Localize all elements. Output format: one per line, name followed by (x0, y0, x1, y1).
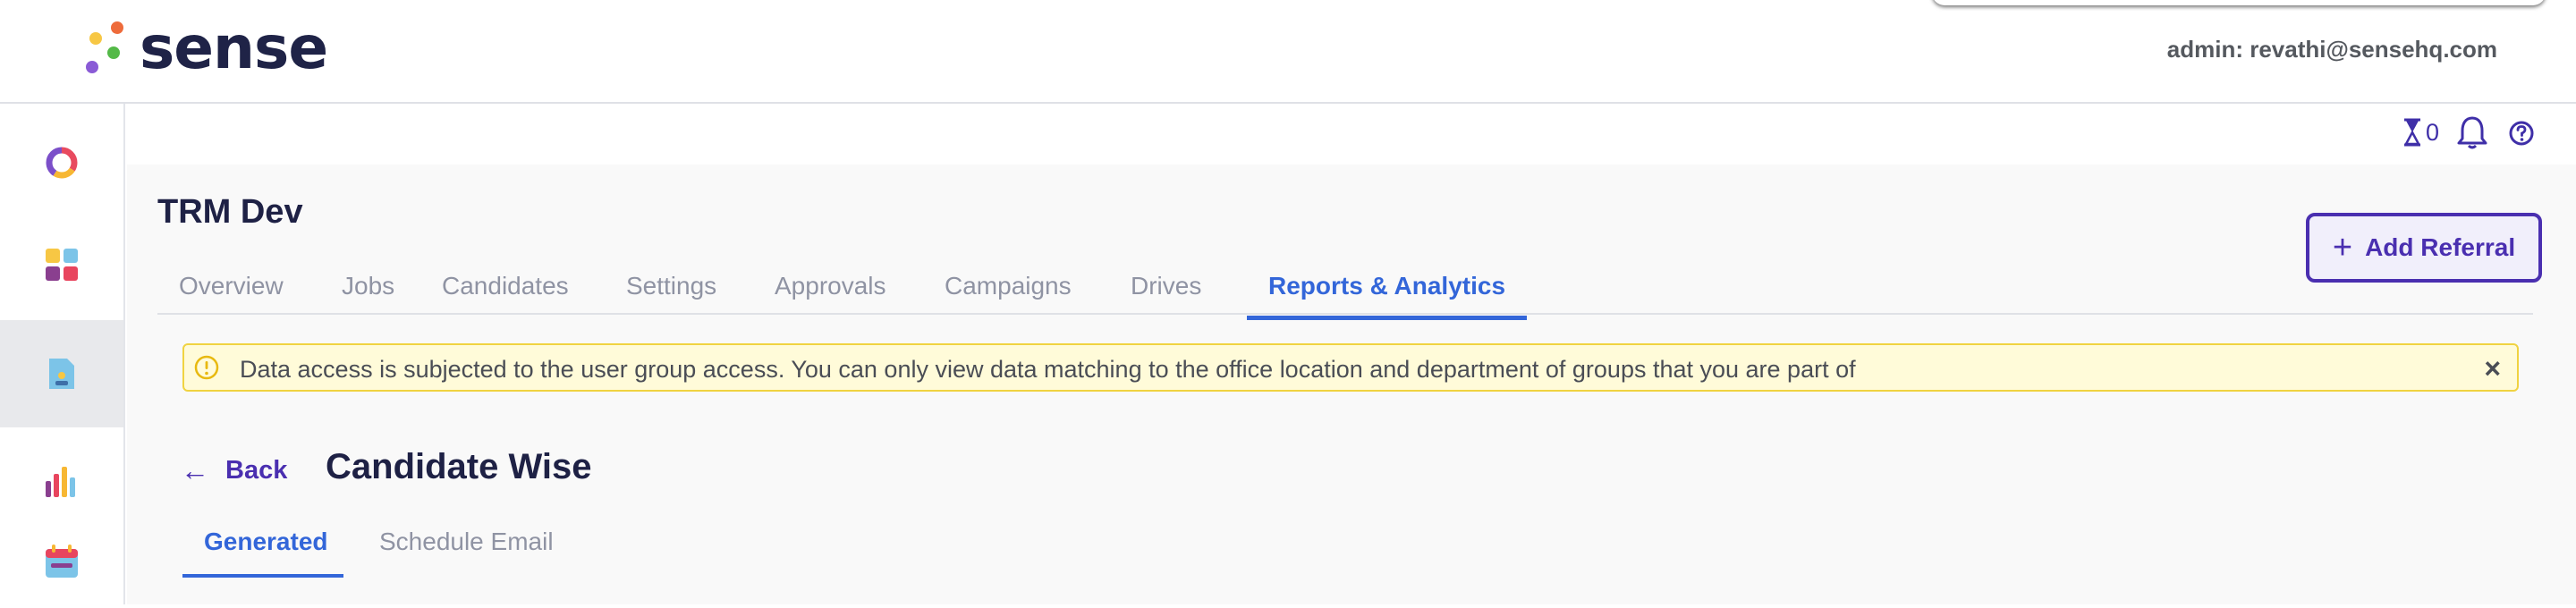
sense-logo[interactable]: sense (86, 13, 328, 82)
project-title: TRM Dev (157, 193, 303, 231)
tab-jobs[interactable]: Jobs (320, 261, 416, 318)
banner-message: Data access is subjected to the user gro… (240, 356, 1856, 383)
tab-drives[interactable]: Drives (1109, 261, 1223, 318)
document-user-icon (49, 359, 74, 389)
main-content: 0 TRM Dev + Add Referral Overview Jobs C… (127, 104, 2576, 604)
sidebar-item-dashboard[interactable] (0, 109, 123, 216)
top-bar: sense admin: revathi@sensehq.com (0, 0, 2576, 104)
back-label: Back (225, 456, 288, 485)
arrow-left-icon: ← (181, 454, 209, 486)
utility-bar: 0 (127, 104, 2576, 165)
help-button[interactable] (2508, 120, 2535, 147)
sidebar-item-analytics[interactable] (0, 427, 123, 535)
calendar-icon (46, 545, 78, 578)
logo-text: sense (140, 13, 328, 82)
tab-settings[interactable]: Settings (605, 261, 738, 318)
grid-apps-icon (46, 249, 78, 281)
back-button[interactable]: ← Back (181, 454, 287, 487)
tab-campaigns[interactable]: Campaigns (923, 261, 1093, 318)
left-sidebar (0, 104, 125, 604)
info-icon (194, 355, 219, 380)
bar-chart-icon (46, 467, 75, 497)
timer-indicator[interactable]: 0 (2402, 118, 2439, 147)
donut-chart-icon (46, 147, 78, 179)
notifications-button[interactable] (2456, 114, 2488, 150)
close-icon[interactable]: × (2484, 352, 2501, 385)
tab-generated[interactable]: Generated (182, 524, 343, 578)
dropdown-shadow-edge (1932, 0, 2546, 5)
logo-dots (86, 20, 127, 77)
tab-reports-analytics[interactable]: Reports & Analytics (1247, 261, 1528, 320)
tab-candidates[interactable]: Candidates (420, 261, 590, 318)
timer-count: 0 (2426, 118, 2440, 146)
sidebar-item-referrals[interactable] (0, 320, 123, 427)
page-title: Candidate Wise (326, 447, 592, 486)
sidebar-item-calendar[interactable] (0, 536, 123, 608)
tab-overview[interactable]: Overview (157, 261, 305, 318)
tab-schedule-email[interactable]: Schedule Email (358, 524, 575, 578)
help-icon (2509, 121, 2534, 146)
admin-user-label[interactable]: admin: revathi@sensehq.com (2167, 36, 2497, 63)
sidebar-item-apps[interactable] (0, 211, 123, 318)
tab-approvals[interactable]: Approvals (753, 261, 908, 318)
data-access-banner: Data access is subjected to the user gro… (182, 343, 2519, 392)
hourglass-icon (2403, 118, 2421, 147)
project-tabs: Overview Jobs Candidates Settings Approv… (157, 261, 2533, 320)
add-referral-label: Add Referral (2365, 233, 2516, 261)
bell-icon (2457, 116, 2487, 149)
plus-icon: + (2332, 229, 2353, 266)
